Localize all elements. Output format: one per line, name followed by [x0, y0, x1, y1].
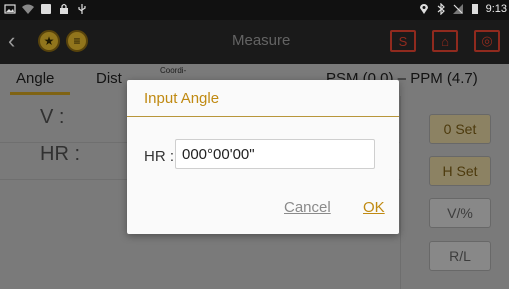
input-angle-dialog: Input Angle HR : Cancel OK	[127, 80, 399, 234]
image-icon	[4, 4, 16, 14]
location-icon	[419, 4, 428, 14]
status-left-icons	[4, 3, 88, 15]
wifi-icon	[22, 4, 34, 14]
status-right-icons: 9:13	[418, 3, 507, 15]
status-bar: 9:13	[0, 0, 509, 20]
usb-icon	[78, 4, 86, 14]
hr-field-label: HR :	[144, 148, 174, 165]
ok-button[interactable]: OK	[363, 199, 385, 216]
battery-icon	[471, 4, 478, 14]
dialog-divider	[127, 116, 399, 117]
status-time: 9:13	[485, 3, 507, 15]
bluetooth-icon	[437, 3, 445, 15]
lock-icon	[60, 3, 68, 14]
no-signal-icon	[452, 4, 463, 14]
dialog-title: Input Angle	[144, 90, 220, 107]
battery-box-icon	[41, 4, 51, 14]
hr-angle-input[interactable]	[175, 139, 375, 169]
cancel-button[interactable]: Cancel	[284, 199, 331, 216]
